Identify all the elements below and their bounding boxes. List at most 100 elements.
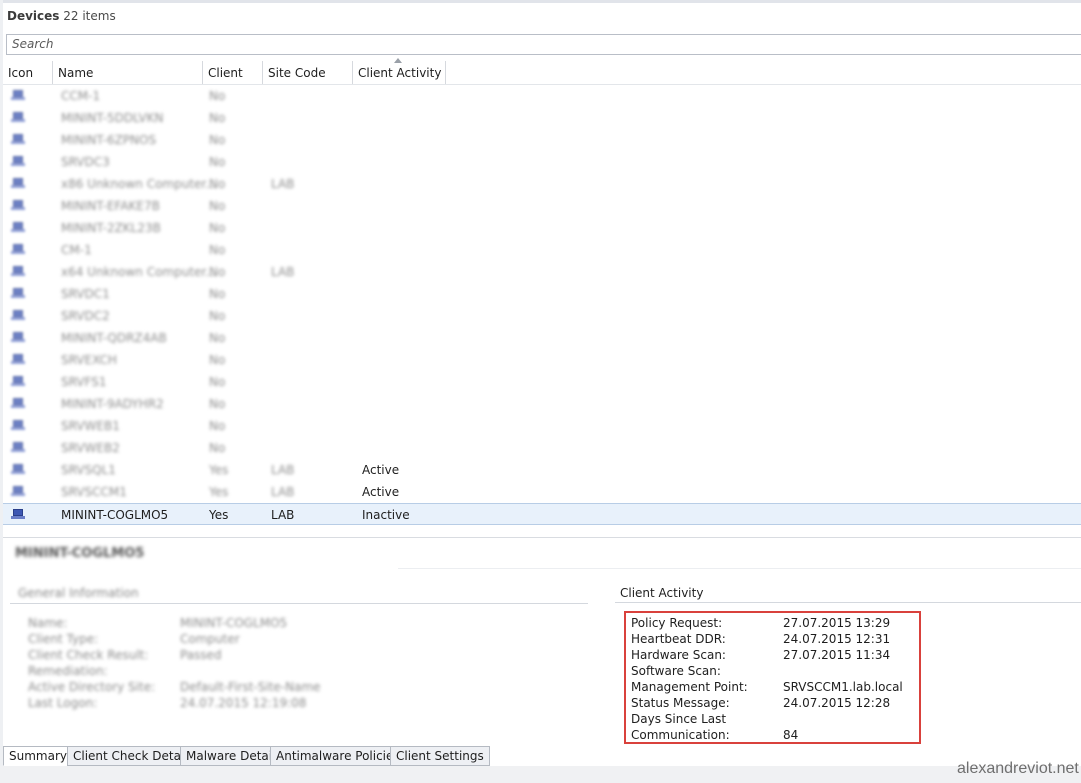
pane-divider[interactable] [3,537,1081,538]
devices-header: Devices 22 items [7,9,116,23]
client-activity-label: Heartbeat DDR: [631,632,726,646]
general-info-label: Client Type: [28,632,99,646]
device-name: MININT-COGLMO5 [61,508,169,522]
general-info-label: Active Directory Site: [28,680,156,694]
table-row[interactable]: SRVEXCH No [3,349,1081,371]
client-activity-label: Policy Request: [631,616,723,630]
device-client: No [209,265,226,279]
device-client: No [209,89,226,103]
device-client: No [209,177,226,191]
computer-icon [11,266,25,277]
device-name: SRVWEB1 [61,419,120,433]
computer-icon [11,420,25,431]
computer-icon [11,464,25,475]
computer-icon [11,200,25,211]
detail-device-title: MININT-COGLMO5 [15,546,145,561]
client-activity-label: Days Since Last [631,712,727,726]
device-client: Yes [209,463,229,477]
computer-icon [11,509,25,520]
device-client-activity: Active [362,485,400,499]
table-row[interactable]: MININT-6ZPNOS No [3,129,1081,151]
detail-separator [398,568,1081,569]
table-row-selected[interactable]: MININT-COGLMO5 Yes LAB Inactive [3,503,1081,525]
table-row[interactable]: SRVDC3 No [3,151,1081,173]
table-row[interactable]: x86 Unknown Computer... No LAB [3,173,1081,195]
device-site-code: LAB [271,463,295,477]
general-info-value: Passed [180,648,222,662]
table-row[interactable]: SRVWEB1 No [3,415,1081,437]
client-activity-value: 24.07.2015 12:28 [783,696,891,710]
general-info-value: MININT-COGLMO5 [180,616,288,630]
client-activity-label: Management Point: [631,680,748,694]
device-name: MININT-EFAKE7B [61,199,160,213]
device-client: No [209,353,226,367]
table-row[interactable]: MININT-5DDLVKN No [3,107,1081,129]
general-info-value: 24.07.2015 12:19:08 [180,696,307,710]
column-header-client[interactable]: Client [203,61,263,85]
table-row[interactable]: SRVSCCM1 Yes LAB Active [3,481,1081,503]
device-client: No [209,155,226,169]
device-name: MININT-2ZKL23B [61,221,161,235]
device-name: SRVEXCH [61,353,117,367]
computer-icon [11,90,25,101]
column-header-icon[interactable]: Icon [3,61,53,85]
table-row[interactable]: MININT-2ZKL23B No [3,217,1081,239]
watermark-text: alexandreviot.net [957,760,1079,777]
computer-icon [11,288,25,299]
tab-client-check-detail[interactable]: Client Check Detail [67,746,194,766]
general-info-label: Name: [28,616,68,630]
client-activity-value: 24.07.2015 12:31 [783,632,891,646]
column-header-name[interactable]: Name [53,61,203,85]
general-info-label: Remediation: [28,664,108,678]
device-client: No [209,397,226,411]
table-row[interactable]: MININT-EFAKE7B No [3,195,1081,217]
computer-icon [11,244,25,255]
search-input[interactable]: Search [6,34,1081,55]
device-client: No [209,133,226,147]
computer-icon [11,134,25,145]
tab-malware-detail[interactable]: Malware Detail [180,746,282,766]
window-top-border [0,0,1081,3]
table-row[interactable]: CM-1 No [3,239,1081,261]
general-information-heading: General Information [18,586,139,600]
tab-antimalware-policies[interactable]: Antimalware Policies [270,746,406,766]
status-strip [0,766,1081,783]
table-row[interactable]: SRVDC1 No [3,283,1081,305]
device-name: MININT-5DDLVKN [61,111,164,125]
column-header-client-activity[interactable]: Client Activity [353,61,446,85]
device-name: x64 Unknown Computer... [61,265,217,279]
device-site-code: LAB [271,265,295,279]
computer-icon [11,310,25,321]
device-name: SRVDC1 [61,287,110,301]
computer-icon [11,486,25,497]
table-row[interactable]: SRVSQL1 Yes LAB Active [3,459,1081,481]
table-row[interactable]: SRVDC2 No [3,305,1081,327]
table-row[interactable]: x64 Unknown Computer... No LAB [3,261,1081,283]
client-activity-label: Status Message: [631,696,730,710]
client-activity-rule [615,602,1081,603]
client-activity-value: 27.07.2015 11:34 [783,648,891,662]
general-info-value: Computer [180,632,240,646]
device-client-activity: Active [362,463,400,477]
tab-summary[interactable]: Summary [3,746,73,766]
client-activity-value: SRVSCCM1.lab.local [783,680,903,694]
device-name: SRVDC2 [61,309,110,323]
device-site-code: LAB [271,177,295,191]
client-activity-label: Hardware Scan: [631,648,726,662]
table-row[interactable]: SRVWEB2 No [3,437,1081,459]
table-row[interactable]: MININT-9ADYHR2 No [3,393,1081,415]
device-name: SRVSCCM1 [61,485,127,499]
tab-client-settings[interactable]: Client Settings [390,746,490,766]
device-name: SRVDC3 [61,155,110,169]
device-name: MININT-6ZPNOS [61,133,157,147]
computer-icon [11,332,25,343]
table-row[interactable]: MININT-QDRZ4AB No [3,327,1081,349]
device-name: CM-1 [61,243,92,257]
device-client: No [209,375,226,389]
device-client: No [209,287,226,301]
table-row[interactable]: CCM-1 No [3,85,1081,107]
column-header-site-code[interactable]: Site Code [263,61,353,85]
table-row[interactable]: SRVFS1 No [3,371,1081,393]
client-activity-label: Software Scan: [631,664,721,678]
client-activity-value: 27.07.2015 13:29 [783,616,891,630]
